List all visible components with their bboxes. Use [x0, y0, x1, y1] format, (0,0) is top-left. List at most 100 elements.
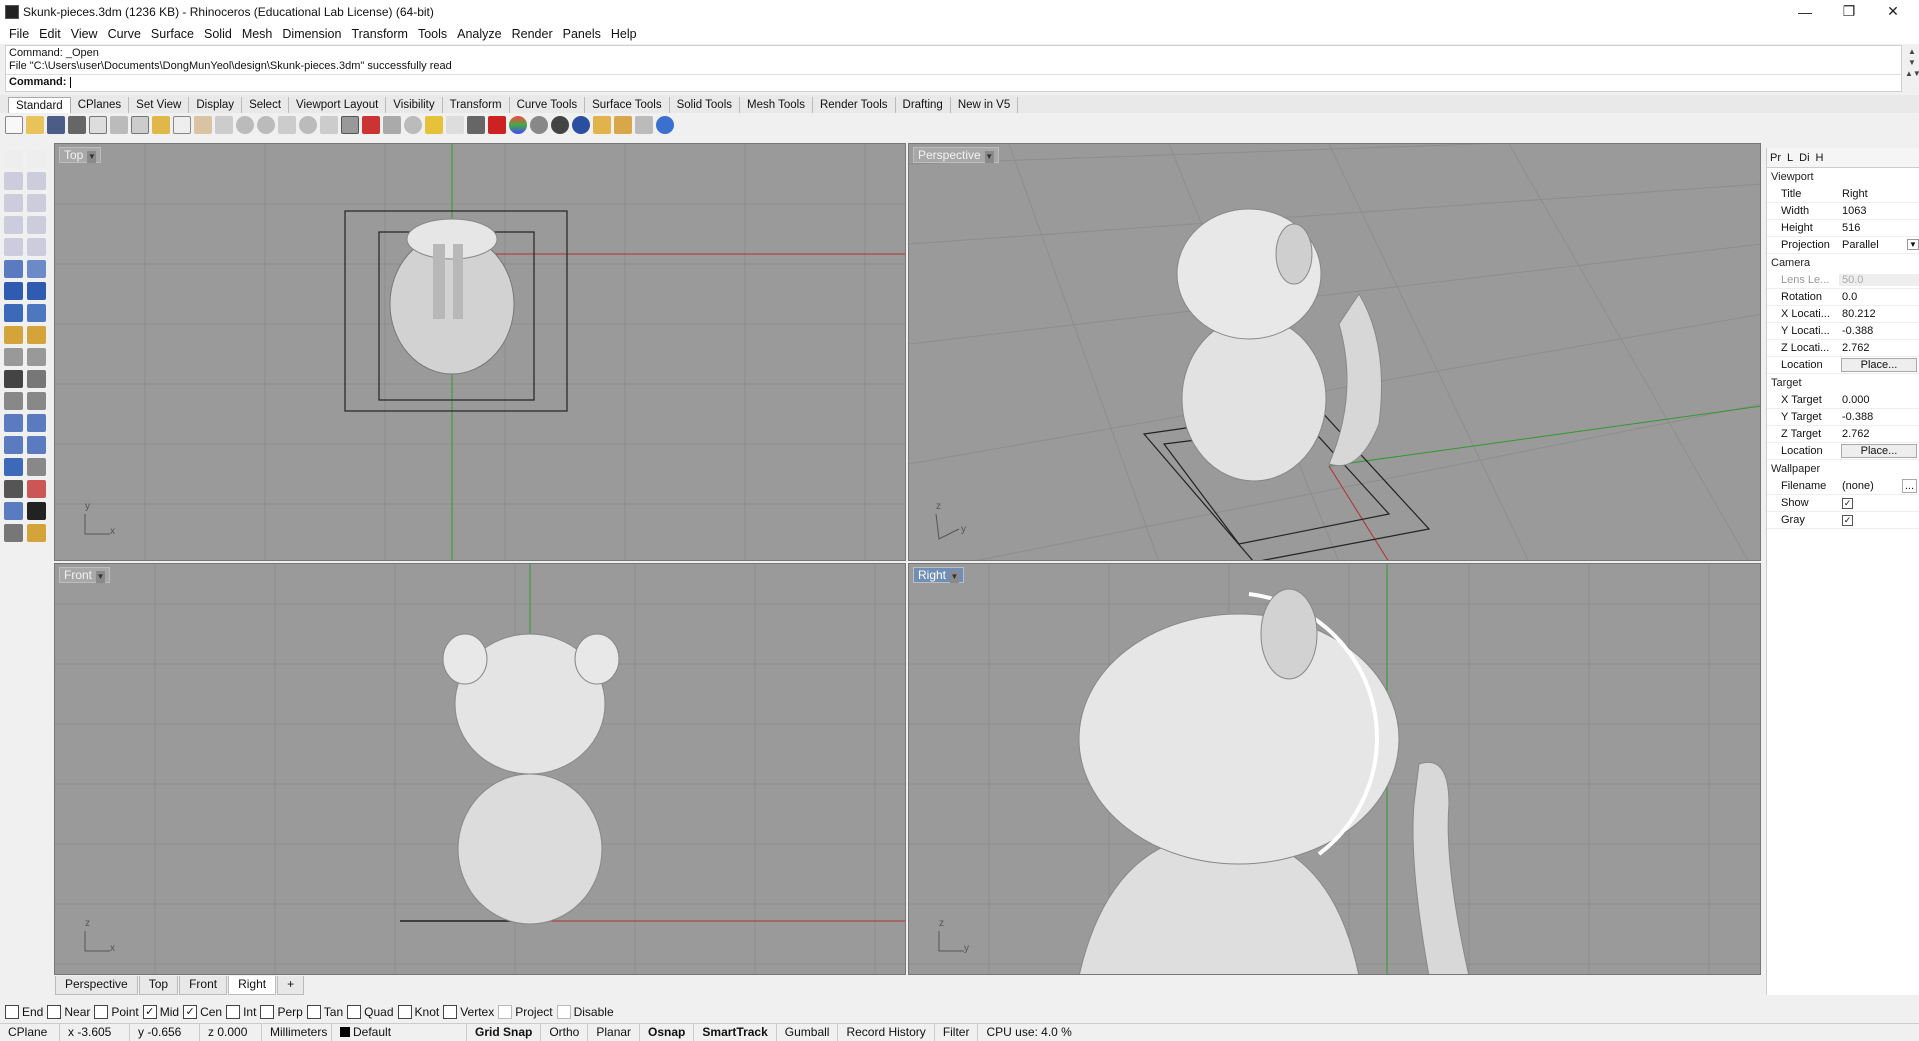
extrude-surface-icon[interactable] [27, 260, 46, 278]
object-properties-icon[interactable] [467, 116, 485, 134]
close-icon[interactable]: ✕ [1871, 0, 1915, 23]
tab-cplanes[interactable]: CPlanes [71, 97, 130, 113]
undo-view-icon[interactable] [320, 116, 338, 134]
osnap-vertex[interactable]: Vertex [443, 1005, 494, 1019]
tab-drafting[interactable]: Drafting [896, 97, 951, 113]
menu-panels[interactable]: Panels [558, 27, 606, 41]
scale-icon[interactable] [27, 414, 46, 432]
menu-transform[interactable]: Transform [346, 27, 413, 41]
new-icon[interactable] [5, 116, 23, 134]
viewport-label-top[interactable]: Top ▼ [59, 147, 102, 163]
menu-tools[interactable]: Tools [413, 27, 452, 41]
projection-select[interactable]: Parallel ▼ [1839, 239, 1919, 251]
open-icon[interactable] [26, 116, 44, 134]
menu-edit[interactable]: Edit [34, 27, 66, 41]
group-icon[interactable] [4, 458, 23, 476]
tab-surface-tools[interactable]: Surface Tools [585, 97, 670, 113]
tab-select[interactable]: Select [242, 97, 290, 113]
tab-new-in-v5[interactable]: New in V5 [951, 97, 1019, 113]
command-scrollbar[interactable]: ▲ ▼ ▲▼ [1905, 46, 1919, 93]
menu-surface[interactable]: Surface [146, 27, 199, 41]
panel-tab-layers[interactable]: L [1787, 152, 1793, 164]
viewport-tab-top[interactable]: Top [138, 976, 179, 995]
ellipse-icon[interactable] [4, 238, 23, 256]
checkbox[interactable] [226, 1005, 241, 1019]
analyze-icon[interactable] [27, 480, 46, 498]
height-field[interactable]: 516 [1839, 222, 1919, 234]
layer-icon[interactable] [446, 116, 464, 134]
block-icon[interactable] [4, 502, 23, 520]
show-objects-icon[interactable] [383, 116, 401, 134]
panel-tab-properties[interactable]: Pr [1770, 152, 1781, 164]
restore-icon[interactable]: ❐ [1827, 0, 1871, 23]
y-target-field[interactable]: -0.388 [1839, 411, 1919, 423]
text-icon[interactable] [4, 414, 23, 432]
viewport-right[interactable]: z y Right ▼ [908, 563, 1761, 975]
panel-tab-help[interactable]: H [1816, 152, 1824, 164]
osnap-int[interactable]: Int [226, 1005, 256, 1019]
checkbox[interactable] [498, 1005, 513, 1019]
osnap-mid[interactable]: ✓ Mid [142, 1005, 179, 1019]
options-gear-icon[interactable] [614, 116, 632, 134]
polyline-icon[interactable] [4, 172, 23, 190]
osnap-disable[interactable]: Disable [556, 1005, 614, 1019]
osnap-tan[interactable]: Tan [306, 1005, 343, 1019]
move-icon[interactable] [4, 436, 23, 454]
chamfer-icon[interactable] [27, 392, 46, 410]
checkbox-checked[interactable]: ✓ [142, 1005, 157, 1019]
browse-button[interactable]: ... [1901, 479, 1917, 493]
grid-snap-toggle[interactable]: Grid Snap [467, 1023, 542, 1041]
box-icon[interactable] [4, 282, 23, 300]
planar-toggle[interactable]: Planar [588, 1023, 641, 1041]
viewport-tab-perspective[interactable]: Perspective [55, 976, 138, 995]
light-icon[interactable] [593, 116, 611, 134]
checkbox[interactable] [443, 1005, 458, 1019]
zoom-extents-icon[interactable] [278, 116, 296, 134]
osnap-near[interactable]: Near [47, 1005, 90, 1019]
lock-objects-icon[interactable] [425, 116, 443, 134]
smarttrack-toggle[interactable]: SmartTrack [694, 1023, 777, 1041]
show-checkbox[interactable]: ✓ [1842, 498, 1853, 509]
checkbox[interactable] [260, 1005, 275, 1019]
print-icon[interactable] [68, 116, 86, 134]
curve-icon[interactable] [27, 172, 46, 190]
tab-transform[interactable]: Transform [443, 97, 510, 113]
select-all-icon[interactable] [362, 116, 380, 134]
viewport-label-front[interactable]: Front ▼ [59, 567, 111, 583]
fillet-icon[interactable] [4, 392, 23, 410]
chevron-down-icon[interactable]: ▼ [984, 151, 994, 163]
add-viewport-tab-icon[interactable]: + [277, 976, 305, 995]
target-place-button[interactable]: Place... [1841, 444, 1917, 458]
viewport-front[interactable]: z x Front ▼ [54, 563, 906, 975]
light-tool-icon[interactable] [4, 326, 23, 344]
four-viewports-icon[interactable] [341, 116, 359, 134]
viewport-perspective[interactable]: z y Perspective ▼ [908, 143, 1761, 561]
point-icon[interactable] [27, 150, 46, 168]
ortho-toggle[interactable]: Ortho [541, 1023, 589, 1041]
tab-render-tools[interactable]: Render Tools [813, 97, 896, 113]
record-history-toggle[interactable]: Record History [838, 1023, 935, 1041]
checkbox[interactable] [306, 1005, 321, 1019]
menu-curve[interactable]: Curve [103, 27, 146, 41]
menu-analyze[interactable]: Analyze [452, 27, 506, 41]
sphere-icon[interactable] [27, 282, 46, 300]
trim-icon[interactable] [4, 348, 23, 366]
grasshopper-icon[interactable] [635, 116, 653, 134]
filter-toggle[interactable]: Filter [935, 1023, 979, 1041]
checkbox[interactable] [5, 1005, 19, 1019]
viewport-top[interactable]: y x Top ▼ [54, 143, 906, 561]
osnap-point[interactable]: Point [94, 1005, 139, 1019]
mirror-icon[interactable] [27, 436, 46, 454]
chevron-down-icon[interactable]: ▼ [96, 571, 106, 583]
hide-objects-icon[interactable] [404, 116, 422, 134]
osnap-perp[interactable]: Perp [260, 1005, 303, 1019]
select-arrow-icon[interactable] [4, 150, 23, 168]
zoom-icon[interactable] [236, 116, 254, 134]
menu-mesh[interactable]: Mesh [237, 27, 278, 41]
chevron-down-icon[interactable]: ▼ [1907, 239, 1919, 250]
import-icon[interactable] [89, 116, 107, 134]
rectangle-icon[interactable] [27, 216, 46, 234]
help-icon[interactable] [656, 116, 674, 134]
polygon-icon[interactable] [4, 216, 23, 234]
checkbox-checked[interactable]: ✓ [183, 1005, 198, 1019]
